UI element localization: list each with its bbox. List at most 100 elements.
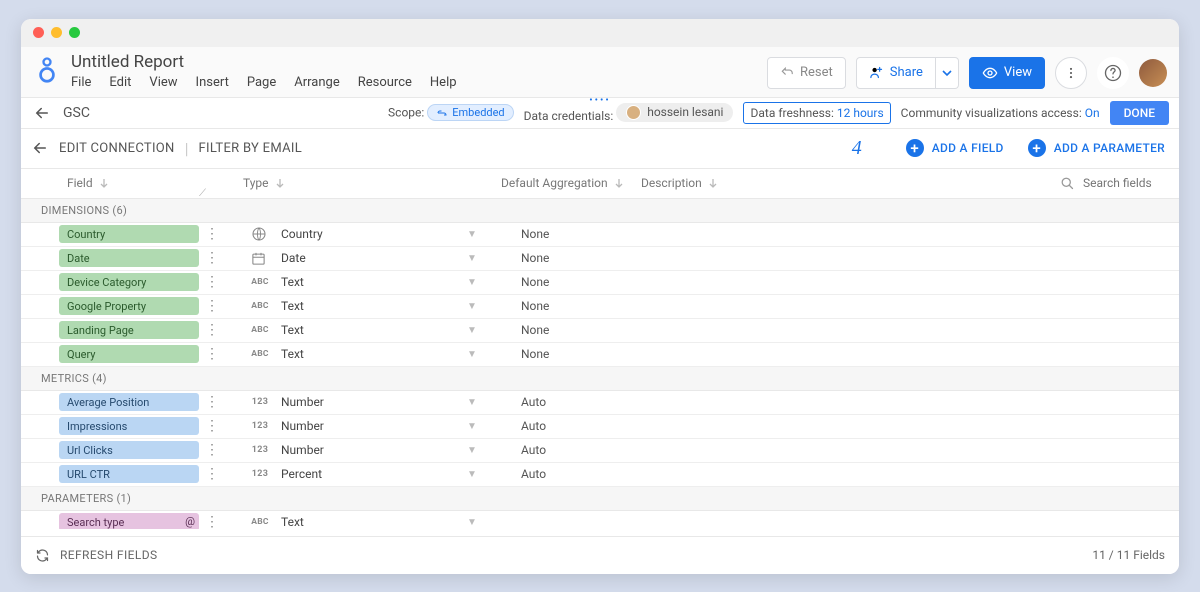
help-icon	[1103, 63, 1123, 83]
type-label[interactable]: Percent	[281, 467, 322, 481]
type-label[interactable]: Country	[281, 227, 323, 241]
close-window-dot[interactable]	[33, 27, 44, 38]
resize-handle-icon[interactable]: ⟋	[199, 188, 206, 199]
aggregation-label[interactable]: Auto	[521, 395, 546, 409]
aggregation-label[interactable]: Auto	[521, 443, 546, 457]
share-icon	[869, 65, 884, 80]
type-label[interactable]: Date	[281, 251, 306, 265]
col-aggregation[interactable]: Default Aggregation	[501, 176, 624, 190]
menu-help[interactable]: Help	[430, 75, 457, 90]
type-label[interactable]: Number	[281, 395, 324, 409]
type-dropdown-icon[interactable]: ▼	[467, 445, 477, 456]
col-description[interactable]: Description	[641, 176, 718, 190]
edit-connection-button[interactable]: EDIT CONNECTION	[59, 141, 175, 156]
refresh-fields-button[interactable]: REFRESH FIELDS	[35, 548, 158, 563]
menu-edit[interactable]: Edit	[109, 75, 131, 90]
type-label[interactable]: Number	[281, 419, 324, 433]
maximize-window-dot[interactable]	[69, 27, 80, 38]
type-dropdown-icon[interactable]: ▼	[467, 397, 477, 408]
type-label[interactable]: Text	[281, 323, 304, 337]
filter-by-email-button[interactable]: FILTER BY EMAIL	[199, 141, 303, 156]
aggregation-label[interactable]: None	[521, 275, 549, 289]
type-dropdown-icon[interactable]: ▼	[467, 349, 477, 360]
type-icon: ABC	[251, 301, 269, 311]
search-fields-input[interactable]	[1083, 176, 1165, 190]
menu-view[interactable]: View	[149, 75, 177, 90]
field-row: Query⋮ABCText▼None	[21, 343, 1179, 367]
menu-page[interactable]: Page	[247, 75, 276, 90]
row-more-button[interactable]: ⋮	[205, 395, 219, 409]
row-more-button[interactable]: ⋮	[205, 251, 219, 265]
aggregation-label[interactable]: None	[521, 299, 549, 313]
type-icon: 123	[251, 397, 269, 407]
add-parameter-button[interactable]: +ADD A PARAMETER	[1028, 139, 1165, 157]
row-more-button[interactable]: ⋮	[205, 299, 219, 313]
row-more-button[interactable]: ⋮	[205, 467, 219, 481]
field-chip[interactable]: URL CTR	[59, 465, 199, 483]
back-icon[interactable]	[31, 139, 49, 157]
type-icon: ABC	[251, 325, 269, 335]
field-chip[interactable]: Country	[59, 225, 199, 243]
share-dropdown[interactable]	[936, 57, 959, 89]
aggregation-label[interactable]: None	[521, 323, 549, 337]
col-field[interactable]: Field	[67, 176, 109, 190]
row-more-button[interactable]: ⋮	[205, 323, 219, 337]
type-dropdown-icon[interactable]: ▼	[467, 277, 477, 288]
type-label[interactable]: Text	[281, 299, 304, 313]
field-chip[interactable]: Query	[59, 345, 199, 363]
row-more-button[interactable]: ⋮	[205, 515, 219, 529]
col-type[interactable]: Type	[243, 176, 285, 190]
aggregation-label[interactable]: Auto	[521, 419, 546, 433]
back-button[interactable]	[31, 102, 53, 124]
field-chip[interactable]: Google Property	[59, 297, 199, 315]
menu-file[interactable]: File	[71, 75, 91, 90]
type-dropdown-icon[interactable]: ▼	[467, 301, 477, 312]
type-label[interactable]: Text	[281, 347, 304, 361]
type-label[interactable]: Number	[281, 443, 324, 457]
sort-down-icon	[708, 178, 718, 188]
row-more-button[interactable]: ⋮	[205, 347, 219, 361]
help-button[interactable]	[1097, 57, 1129, 89]
reset-button[interactable]: Reset	[767, 57, 846, 89]
type-dropdown-icon[interactable]: ▼	[467, 229, 477, 240]
scope-pill[interactable]: Embedded	[427, 104, 513, 121]
row-more-button[interactable]: ⋮	[205, 443, 219, 457]
type-label[interactable]: Text	[281, 515, 304, 529]
doc-title[interactable]: Untitled Report	[71, 52, 457, 72]
type-dropdown-icon[interactable]: ▼	[467, 421, 477, 432]
type-dropdown-icon[interactable]: ▼	[467, 325, 477, 336]
community-viz-button[interactable]: Community visualizations access: On	[901, 106, 1100, 120]
done-button[interactable]: DONE	[1110, 101, 1169, 125]
row-more-button[interactable]: ⋮	[205, 227, 219, 241]
field-chip[interactable]: Device Category	[59, 273, 199, 291]
type-dropdown-icon[interactable]: ▼	[467, 253, 477, 264]
window-titlebar	[21, 19, 1179, 47]
field-chip[interactable]: Date	[59, 249, 199, 267]
field-chip[interactable]: Url Clicks	[59, 441, 199, 459]
aggregation-label[interactable]: Auto	[521, 467, 546, 481]
minimize-window-dot[interactable]	[51, 27, 62, 38]
more-options-button[interactable]	[1055, 57, 1087, 89]
type-dropdown-icon[interactable]: ▼	[467, 517, 477, 528]
row-more-button[interactable]: ⋮	[205, 275, 219, 289]
row-more-button[interactable]: ⋮	[205, 419, 219, 433]
data-freshness-button[interactable]: Data freshness: 12 hours	[743, 102, 890, 124]
share-button[interactable]: Share	[856, 57, 936, 89]
aggregation-label[interactable]: None	[521, 251, 549, 265]
type-dropdown-icon[interactable]: ▼	[467, 469, 477, 480]
view-button[interactable]: View	[969, 57, 1045, 89]
field-chip[interactable]: Landing Page	[59, 321, 199, 339]
add-field-button[interactable]: +ADD A FIELD	[906, 139, 1004, 157]
aggregation-label[interactable]: None	[521, 347, 549, 361]
data-source-name[interactable]: GSC	[63, 105, 90, 121]
user-avatar[interactable]	[1139, 59, 1167, 87]
field-chip[interactable]: Average Position	[59, 393, 199, 411]
type-label[interactable]: Text	[281, 275, 304, 289]
menu-resource[interactable]: Resource	[358, 75, 412, 90]
menu-arrange[interactable]: Arrange	[294, 75, 339, 90]
field-chip[interactable]: Search type	[59, 513, 199, 529]
aggregation-label[interactable]: None	[521, 227, 549, 241]
field-chip[interactable]: Impressions	[59, 417, 199, 435]
menu-insert[interactable]: Insert	[196, 75, 229, 90]
credentials-pill[interactable]: hossein lesani	[616, 103, 733, 122]
